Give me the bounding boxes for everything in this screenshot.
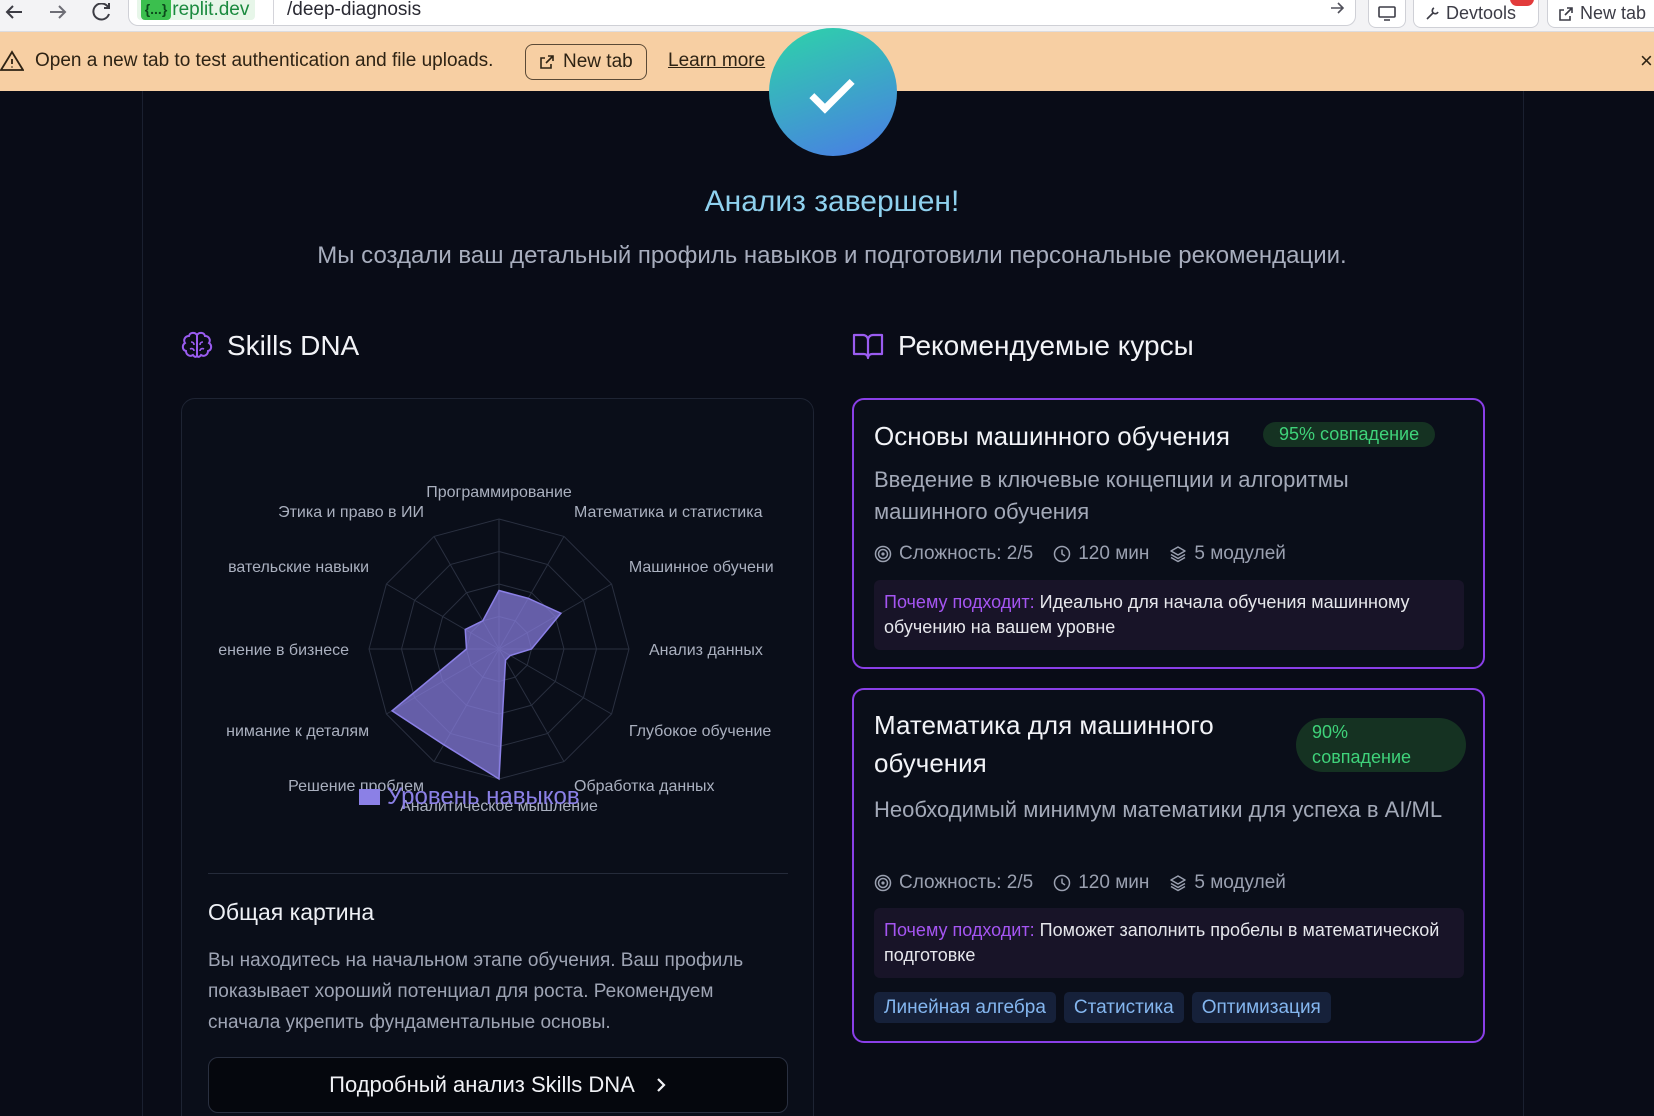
reload-icon[interactable] [88, 0, 116, 24]
radar-axis [498, 648, 565, 762]
layers-icon [1170, 546, 1187, 563]
back-arrow-icon[interactable] [0, 0, 28, 24]
courses-heading: Рекомендуемые курсы [852, 330, 1194, 362]
clock-icon [1053, 874, 1071, 892]
radar-axis-label: Глубокое обучение [629, 723, 771, 740]
why-label: Почему подходит: [884, 920, 1035, 940]
course-tag[interactable]: Статистика [1063, 992, 1184, 1023]
target-icon [874, 545, 892, 563]
brain-icon [181, 331, 213, 358]
notification-badge [1510, 0, 1534, 6]
radar-axis-label: Математика и статистика [574, 504, 763, 521]
skills-heading: Skills DNA [181, 330, 359, 362]
target-icon [874, 874, 892, 892]
wrench-icon [1426, 6, 1439, 20]
forward-arrow-icon[interactable] [44, 0, 72, 24]
page-subtitle: Мы создали ваш детальный профиль навыков… [317, 242, 1347, 269]
course-meta: Сложность: 2/5 120 мин 5 модулей [874, 543, 1286, 565]
url-domain: {...} .replit.dev [137, 0, 256, 20]
course-description: Необходимый минимум математики для успех… [874, 797, 1443, 822]
go-arrow-icon[interactable] [1329, 0, 1345, 21]
external-link-icon [540, 55, 554, 69]
radar-axis-label: вательские навыки [228, 559, 369, 576]
course-tag[interactable]: Линейная алгебра [874, 992, 1056, 1023]
course-card[interactable]: Математика для машинного обучения 90% со… [852, 688, 1485, 1043]
radar-axis-label: нимание к деталям [226, 723, 369, 740]
radar-axis-label: Этика и право в ИИ [278, 504, 424, 521]
banner-message: Open a new tab to test authentication an… [35, 50, 494, 71]
learn-more-link[interactable]: Learn more [668, 50, 765, 72]
url-path: /deep-diagnosis [287, 0, 422, 20]
close-icon[interactable]: × [1640, 48, 1653, 74]
monitor-icon[interactable] [1368, 0, 1406, 28]
why-suitable-box: Почему подходит: Поможет заполнить пробе… [874, 908, 1464, 978]
layers-icon [1170, 875, 1187, 892]
match-badge: 95% совпадение [1263, 422, 1436, 447]
overview-text: Вы находитесь на начальном этапе обучени… [208, 950, 744, 1033]
match-badge: 90% совпадение [1296, 718, 1466, 772]
course-title: Основы машинного обучения [874, 421, 1231, 451]
radar-axis-label: Машинное обучени [629, 559, 774, 576]
legend-swatch [359, 789, 380, 805]
course-description: Введение в ключевые концепции и алгоритм… [874, 467, 1349, 524]
skills-radar-chart: ПрограммированиеМатематика и статистика М… [218, 484, 774, 813]
course-title: Математика для машинного обучения [874, 710, 1214, 778]
success-check-icon [769, 28, 897, 156]
why-label: Почему подходит: [884, 592, 1035, 612]
course-meta: Сложность: 2/5 120 мин 5 модулей [874, 872, 1286, 894]
radar-series-area [390, 589, 563, 781]
radar-axis-label: енение в бизнесе [218, 642, 349, 659]
radar-axis-label: Программирование [426, 484, 572, 501]
page-title: Анализ завершен! [704, 185, 960, 218]
overview-title: Общая картина [208, 899, 375, 925]
course-tags: Линейная алгебра Статистика Оптимизация [874, 992, 1331, 1023]
chevron-right-icon [657, 1078, 666, 1092]
warning-icon [0, 50, 25, 78]
divider [208, 873, 788, 874]
skills-dna-card: Программирование Математика и статистика М… [181, 398, 814, 1116]
new-tab-button[interactable]: New tab [1547, 0, 1654, 28]
course-tag[interactable]: Оптимизация [1191, 992, 1331, 1023]
radar-axis-label: Анализ данных [649, 642, 763, 659]
address-bar[interactable]: {...} .replit.dev /deep-diagnosis [128, 0, 1356, 26]
browser-toolbar: {...} .replit.dev /deep-diagnosis Devtoo… [0, 0, 1654, 32]
course-card[interactable]: Основы машинного обучения 95% совпадение… [852, 398, 1485, 669]
why-suitable-box: Почему подходит: Идеально для начала обу… [874, 580, 1464, 650]
detailed-analysis-button[interactable]: Подробный анализ Skills DNA [208, 1057, 788, 1113]
radar-axis [498, 648, 612, 715]
replit-logo-icon: {...} [141, 0, 171, 20]
radar-axis-label: Обработка данных [574, 778, 715, 795]
banner-new-tab-button[interactable]: New tab [525, 44, 647, 80]
book-icon [852, 333, 884, 360]
clock-icon [1053, 545, 1071, 563]
external-link-icon [1559, 6, 1573, 21]
legend-label[interactable]: Уровень навыков [387, 783, 580, 810]
